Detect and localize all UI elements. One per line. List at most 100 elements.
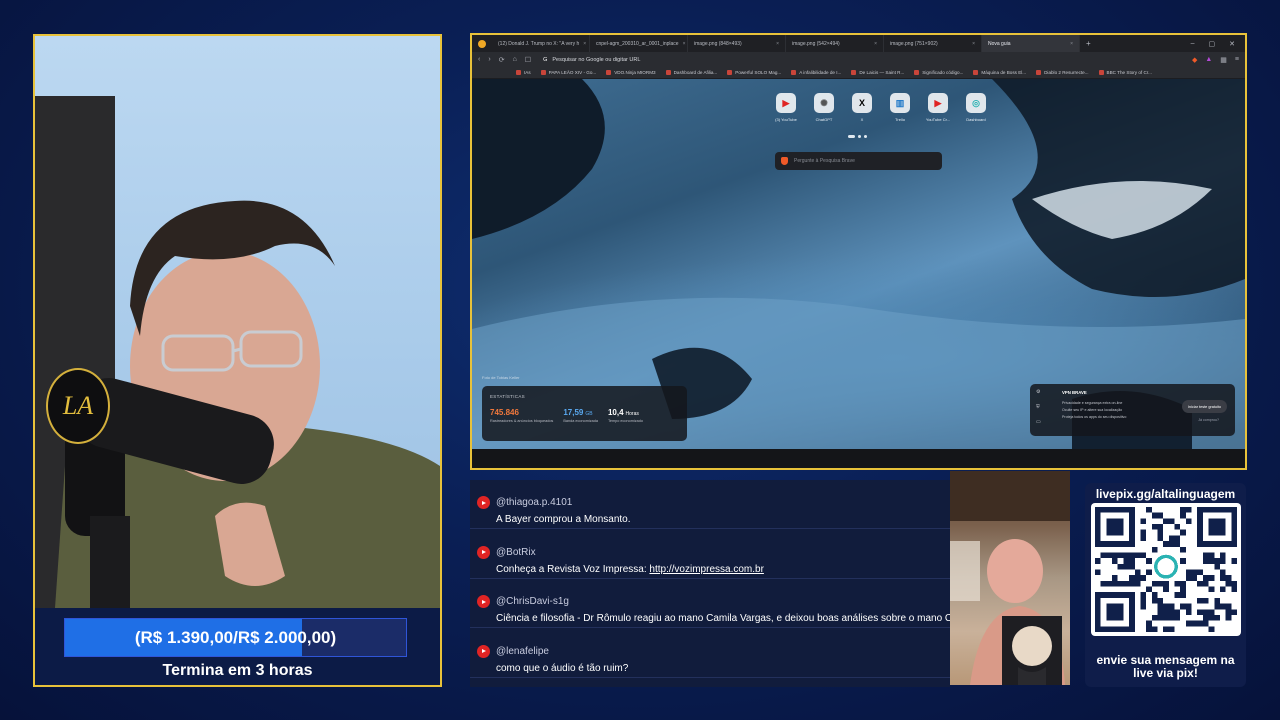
stat-item: 10,4 Horas Tempo economizado (608, 408, 643, 423)
vpn-widget: ⚙ ⛨ ▭ VPN BRAVE Privacidade e segurança … (1030, 384, 1235, 436)
webcam-panel: LA (R$ 1.390,00/R$ 2.000,00) Termina em … (33, 34, 442, 687)
bookmark-item[interactable]: PAPA LEÃO XIV - Go... (540, 70, 596, 75)
tab-label: image.png (848×493) (694, 40, 742, 47)
logo-text: LA (62, 391, 94, 420)
chat-message: @BotRix Conheça a Revista Voz Impressa: h… (470, 530, 950, 579)
bookmark-item[interactable]: BBC The Story of Cr... (1098, 70, 1152, 75)
tab-strip: (12) Donald J. Trump no X: "A very h × cnp… (472, 35, 1245, 52)
bookmark-item[interactable]: Significado código... (914, 70, 963, 75)
address-bar-row: ‹ › ⟳ ⌂ ☐ G Pesquisar no Google ou digit… (472, 52, 1245, 67)
vpn-icon[interactable]: ⛨ (1036, 404, 1040, 410)
brave-menu-icon[interactable] (478, 39, 486, 48)
bookmark-label: De Laicis — Saint R... (859, 70, 905, 75)
shortcut-tile[interactable]: ▶ YouTube Cr... (924, 93, 952, 122)
chat-username: @BotRix (496, 546, 536, 558)
maximize-icon[interactable]: ▢ (1209, 40, 1216, 48)
pix-qr-code[interactable] (1091, 503, 1241, 636)
browser-tab[interactable]: image.png (751×902) × (884, 35, 982, 52)
bookmark-favicon-icon (851, 70, 857, 75)
bookmark-item[interactable]: De Laicis — Saint R... (851, 70, 904, 75)
vpn-purchased-link[interactable]: Já comprou? (1198, 418, 1219, 422)
youtube-icon (477, 496, 490, 509)
bookmark-favicon-icon (791, 70, 797, 75)
bookmark-icon[interactable]: ☐ (525, 56, 531, 64)
youtube-icon: ▶ (928, 93, 948, 113)
streamer-silhouette (35, 96, 440, 608)
vpn-feature: Privacidade e segurança extra on-line (1062, 401, 1123, 405)
news-icon[interactable]: ▭ (1036, 419, 1041, 425)
bookmark-favicon-icon (914, 70, 920, 75)
address-bar[interactable]: G Pesquisar no Google ou digitar URL (539, 54, 1184, 65)
shortcut-tile[interactable]: ▥ Trello (886, 93, 914, 122)
menu-icon[interactable]: ≡ (1235, 56, 1239, 63)
bookmark-favicon-icon (516, 70, 521, 75)
close-tab-icon[interactable]: × (583, 41, 586, 47)
chat-text: como que o áudio é tão ruim? (496, 663, 628, 674)
reload-icon[interactable]: ⟳ (499, 56, 505, 64)
photo-credit[interactable]: Foto de Tobias Keller (482, 375, 520, 380)
chat-panel: @thiagoa.p.4101 A Bayer comprou a Monsant… (470, 480, 950, 687)
shortcut-tile[interactable]: ▶ (3) YouTube (772, 93, 800, 122)
browser-tab[interactable]: (12) Donald J. Trump no X: "A very h × (492, 35, 590, 52)
browser-tab[interactable]: image.png (848×493) × (688, 35, 786, 52)
close-tab-icon[interactable]: × (874, 41, 877, 47)
bookmarks-bar: IAs PAPA LEÃO XIV - Go... VDO.Ninja MIORM3… (472, 67, 1245, 79)
close-tab-icon[interactable]: × (776, 41, 779, 47)
close-window-icon[interactable]: ✕ (1229, 40, 1235, 48)
bookmark-item[interactable]: A infalibilidade de I... (791, 70, 841, 75)
chat-text: A Bayer comprou a Monsanto. (496, 514, 631, 525)
pix-donation-panel: livepix.gg/altalinguagem envie sua mensa… (1085, 483, 1246, 687)
bookmark-item[interactable]: Máquina de Boss El... (973, 70, 1026, 75)
forward-icon[interactable]: › (488, 56, 490, 63)
livepix-url[interactable]: livepix.gg/altalinguagem (1085, 487, 1246, 501)
bookmark-favicon-icon (1036, 70, 1042, 75)
chat-text-body: Conheça a Revista Voz Impressa: (496, 563, 650, 575)
bookmark-item[interactable]: Dashboard de Afilia... (665, 70, 717, 75)
close-tab-icon[interactable]: × (1070, 41, 1073, 47)
close-tab-icon[interactable]: × (683, 41, 686, 47)
stat-value: 17,59 (563, 408, 584, 417)
shortcut-label: Trello (895, 117, 905, 122)
tab-label: (12) Donald J. Trump no X: "A very h (498, 40, 580, 47)
bookmark-item[interactable]: Powerful SOLO Mag... (727, 70, 781, 75)
youtube-icon (477, 595, 490, 608)
rewards-icon[interactable]: ▲ (1205, 56, 1212, 63)
bookmark-label: Powerful SOLO Mag... (735, 70, 782, 75)
bookmark-label: Diablo 2 Resurrecte... (1044, 70, 1089, 75)
home-icon[interactable]: ⌂ (513, 56, 517, 63)
stats-widget: ESTATÍSTICAS 745.846 Rastreadores & anúnc… (482, 386, 687, 441)
brave-lion-icon (781, 157, 788, 165)
settings-icon[interactable]: ⚙ (1036, 389, 1040, 395)
chat-link[interactable]: http://vozimpressa.com.br (649, 564, 763, 575)
dashboard-icon: ◎ (966, 93, 986, 113)
bookmark-item[interactable]: Diablo 2 Resurrecte... (1036, 70, 1089, 75)
vpn-trial-button[interactable]: Iniciar teste gratuito (1181, 400, 1227, 413)
bookmark-label: VDO.Ninja MIORM3 (614, 70, 656, 75)
chat-username: @lenafelipe (496, 645, 549, 657)
stat-label: Banda economizada (563, 419, 598, 423)
shortcut-tile[interactable]: XX (848, 93, 876, 122)
browser-tab[interactable]: image.png (542×494) × (786, 35, 884, 52)
brave-search-box[interactable]: Pergunte à Pesquisa Brave (775, 152, 942, 170)
shortcut-label: ChatGPT (815, 117, 833, 122)
extensions-icon[interactable]: ▦ (1220, 56, 1227, 64)
bookmark-favicon-icon (727, 70, 733, 75)
shortcut-tile[interactable]: ✺ ChatGPT (810, 93, 838, 122)
bookmark-item[interactable]: VDO.Ninja MIORM3 (606, 70, 656, 75)
back-icon[interactable]: ‹ (478, 56, 480, 63)
chat-text-body: A Bayer comprou a Monsanto. (496, 514, 631, 525)
browser-tab[interactable]: cnpel-agm_200310_ar_0001_inplace × (590, 35, 688, 52)
stat-value: 10,4 (607, 408, 624, 417)
new-tab-icon[interactable]: + (1080, 39, 1097, 48)
shortcut-page-dots[interactable] (848, 135, 867, 138)
shortcut-label: YouTube Cr... (925, 117, 951, 122)
minimize-icon[interactable]: – (1191, 40, 1195, 48)
chat-text-body: como que o áudio é tão ruim? (496, 662, 629, 674)
youtube-icon (477, 644, 490, 658)
shortcut-tile[interactable]: ◎ Dashboard (962, 93, 990, 122)
close-tab-icon[interactable]: × (972, 41, 975, 47)
brave-shields-icon[interactable]: ◆ (1192, 56, 1197, 64)
bookmark-item[interactable]: IAs (516, 70, 531, 75)
address-placeholder: Pesquisar no Google ou digitar URL (552, 56, 641, 63)
browser-tab[interactable]: Nova guia × (982, 35, 1080, 52)
